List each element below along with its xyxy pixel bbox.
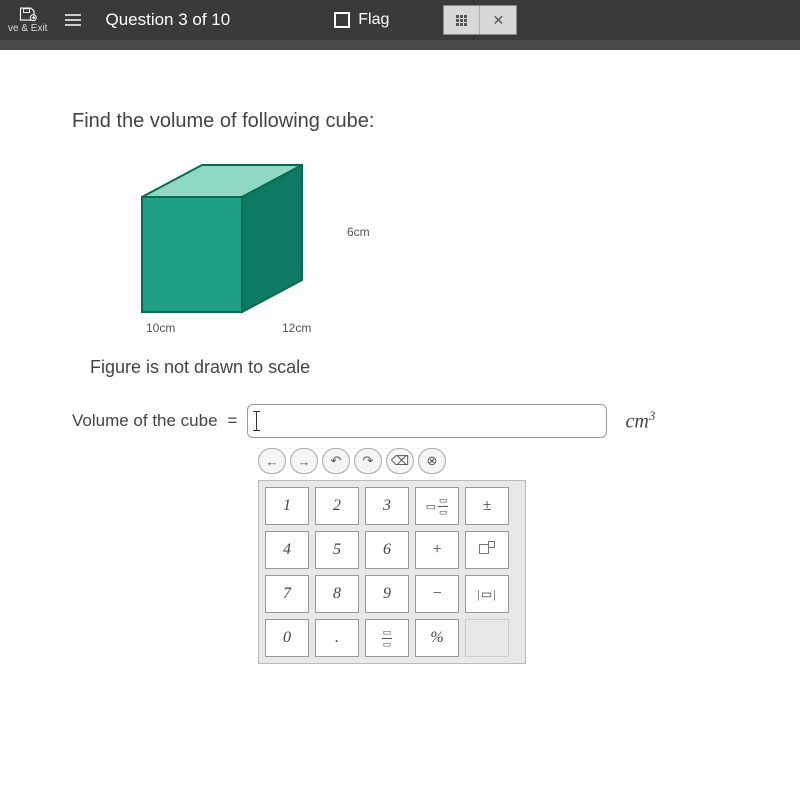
exponent-icon	[479, 544, 496, 557]
arrow-right-icon: →	[298, 454, 311, 469]
math-keypad: ← → ↶ ↷ ⌫ ⊗ 1 2 3 ▭▭▭ ± 4 5 6 + 7 8 9 −	[258, 448, 526, 664]
fraction-icon: ▭▭	[382, 628, 392, 649]
key-8[interactable]: 8	[315, 575, 359, 613]
mixed-fraction-icon: ▭▭▭	[426, 496, 448, 517]
nav-left-button[interactable]: ←	[258, 448, 286, 474]
key-minus[interactable]: −	[415, 575, 459, 613]
undo-button[interactable]: ↶	[322, 448, 350, 474]
keypad-nav-row: ← → ↶ ↷ ⌫ ⊗	[258, 448, 526, 474]
question-prompt: Find the volume of following cube:	[72, 110, 728, 133]
key-plus[interactable]: +	[415, 531, 459, 569]
nav-right-button[interactable]: →	[290, 448, 318, 474]
key-4[interactable]: 4	[265, 531, 309, 569]
key-percent[interactable]: %	[415, 619, 459, 657]
undo-icon: ↶	[331, 453, 342, 469]
answer-row: Volume of the cube = cm3	[72, 404, 728, 438]
scale-note: Figure is not drawn to scale	[90, 357, 728, 378]
key-absolute[interactable]: |▭|	[465, 575, 509, 613]
clear-button[interactable]: ⊗	[418, 448, 446, 474]
redo-button[interactable]: ↷	[354, 448, 382, 474]
dimension-depth: 12cm	[282, 321, 311, 335]
key-1[interactable]: 1	[265, 487, 309, 525]
answer-label: Volume of the cube	[72, 411, 218, 431]
arrow-left-icon: ←	[266, 454, 279, 469]
equals-sign: =	[228, 411, 238, 431]
menu-icon[interactable]	[61, 10, 85, 30]
key-6[interactable]: 6	[365, 531, 409, 569]
cube-figure: 6cm 10cm 12cm	[112, 157, 392, 337]
calculator-button[interactable]	[444, 6, 480, 34]
tool-group: ✕	[443, 5, 517, 35]
save-icon	[19, 6, 37, 22]
close-icon: ✕	[492, 12, 504, 29]
save-exit-button[interactable]: ve & Exit	[8, 6, 47, 34]
calculator-icon	[456, 15, 467, 26]
flag-checkbox-icon	[334, 12, 350, 28]
key-decimal[interactable]: .	[315, 619, 359, 657]
key-0[interactable]: 0	[265, 619, 309, 657]
top-toolbar: ve & Exit Question 3 of 10 Flag ✕	[0, 0, 800, 40]
dimension-width: 10cm	[146, 321, 175, 335]
dimension-height: 6cm	[347, 225, 370, 239]
key-7[interactable]: 7	[265, 575, 309, 613]
backspace-icon: ⌫	[391, 453, 409, 469]
answer-unit: cm3	[625, 408, 655, 434]
key-9[interactable]: 9	[365, 575, 409, 613]
flag-label: Flag	[358, 11, 389, 29]
cube-svg	[112, 157, 342, 327]
key-3[interactable]: 3	[365, 487, 409, 525]
key-5[interactable]: 5	[315, 531, 359, 569]
key-2[interactable]: 2	[315, 487, 359, 525]
absolute-icon: |▭|	[477, 587, 496, 602]
keypad-grid: 1 2 3 ▭▭▭ ± 4 5 6 + 7 8 9 − |▭| 0 . ▭▭ %	[258, 480, 526, 664]
backspace-button[interactable]: ⌫	[386, 448, 414, 474]
key-fraction[interactable]: ▭▭	[365, 619, 409, 657]
redo-icon: ↷	[363, 453, 374, 469]
save-exit-label: ve & Exit	[8, 23, 47, 34]
flag-toggle[interactable]: Flag	[334, 11, 389, 29]
answer-input[interactable]	[247, 404, 607, 438]
clear-icon: ⊗	[427, 453, 438, 469]
question-page: Find the volume of following cube: 6cm 1…	[0, 50, 800, 810]
text-cursor-icon	[256, 412, 257, 430]
key-mixed-fraction[interactable]: ▭▭▭	[415, 487, 459, 525]
question-counter: Question 3 of 10	[105, 10, 230, 30]
key-blank	[465, 619, 509, 657]
close-tool-button[interactable]: ✕	[480, 6, 516, 34]
key-exponent[interactable]	[465, 531, 509, 569]
key-plus-minus[interactable]: ±	[465, 487, 509, 525]
